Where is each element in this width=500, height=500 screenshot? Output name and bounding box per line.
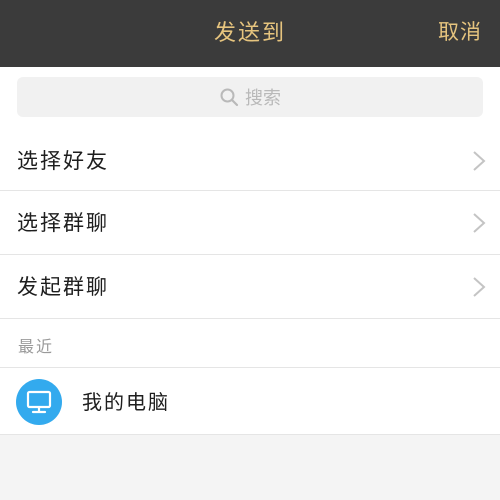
section-label: 最近 [18,337,55,356]
menu-item-label: 选择好友 [17,149,109,173]
cancel-button[interactable]: 取消 [438,0,482,67]
contact-name: 我的电脑 [82,390,170,414]
menu-item-select-group[interactable]: 选择群聊 [0,191,500,255]
menu-item-label: 选择群聊 [17,211,109,235]
computer-icon [26,390,52,414]
page-title: 发送到 [213,21,286,46]
search-area: 搜索 [0,67,500,129]
menu-item-start-group[interactable]: 发起群聊 [0,255,500,319]
search-icon [220,88,239,107]
top-bar: 发送到 取消 [0,0,500,67]
chevron-right-icon [473,277,486,297]
empty-area [0,435,500,500]
menu-item-label: 发起群聊 [17,275,109,299]
recent-section-header: 最近 [0,319,500,367]
avatar [16,379,62,425]
search-placeholder: 搜索 [245,88,281,109]
search-input[interactable]: 搜索 [17,77,483,117]
menu-item-select-friends[interactable]: 选择好友 [0,129,500,193]
chevron-right-icon [473,151,486,171]
chevron-right-icon [473,213,486,233]
recent-item-my-computer[interactable]: 我的电脑 [0,368,500,434]
